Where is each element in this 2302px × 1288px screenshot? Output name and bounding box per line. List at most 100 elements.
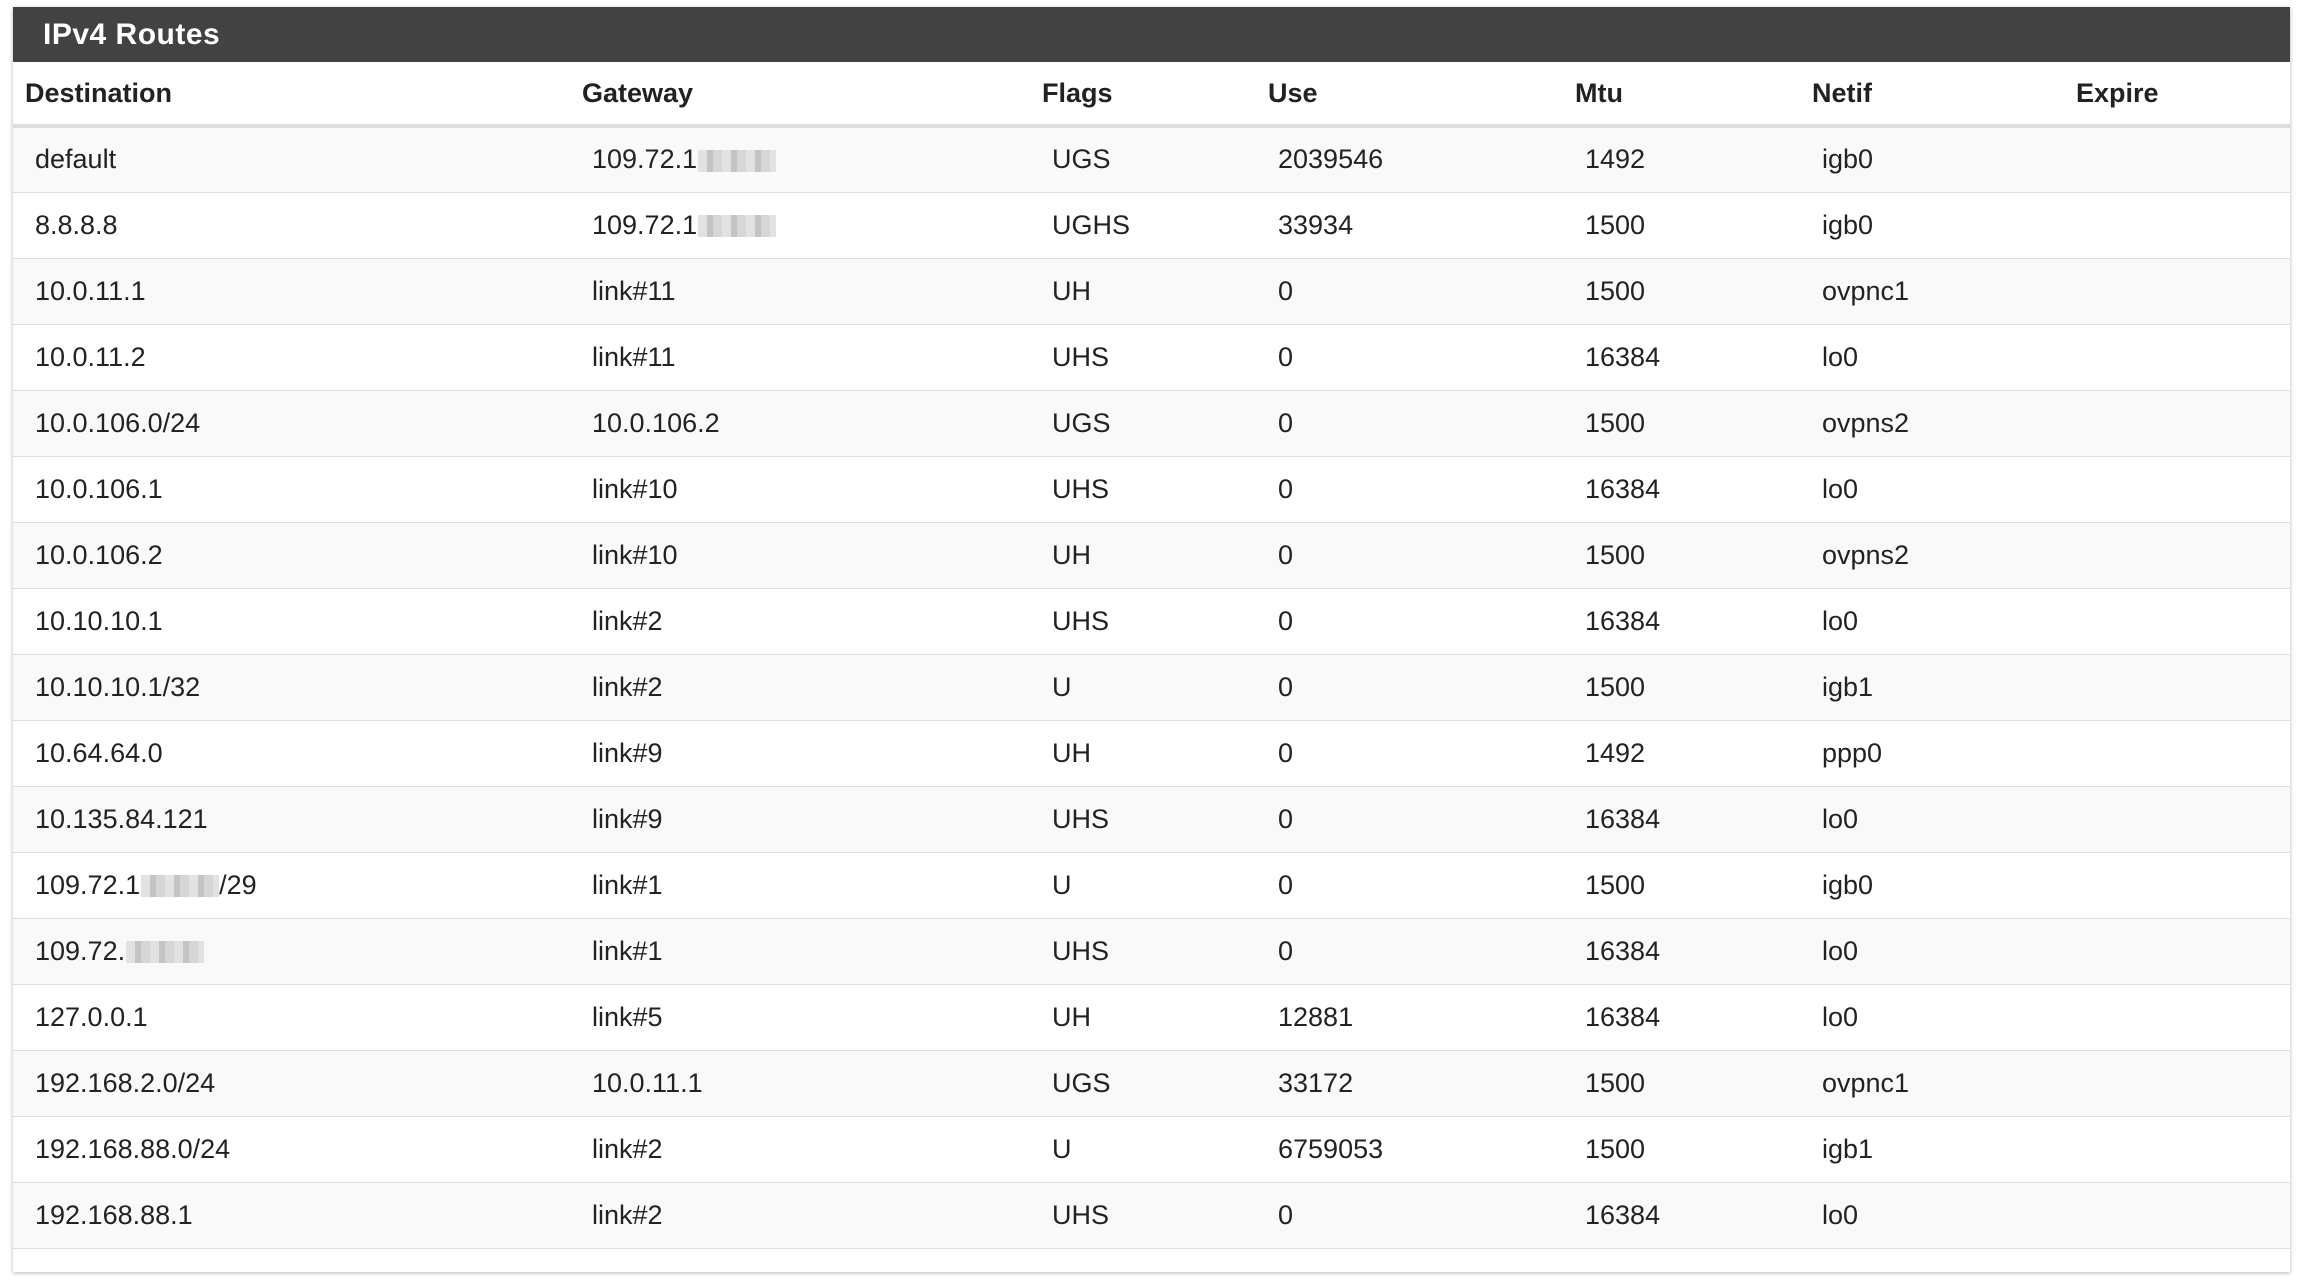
destination-suffix: /29 bbox=[219, 869, 257, 900]
destination-cell: 10.64.64.0 bbox=[13, 720, 570, 787]
gateway-cell: 109.72.1 bbox=[570, 126, 1030, 193]
netif-cell: ovpns2 bbox=[1800, 522, 2064, 589]
destination-text: 127.0.0.1 bbox=[35, 1001, 148, 1032]
gateway-cell: link#11 bbox=[570, 258, 1030, 325]
gateway-text: 109.72.1 bbox=[592, 209, 698, 240]
gateway-cell: link#10 bbox=[570, 456, 1030, 523]
destination-cell: 10.0.106.0/24 bbox=[13, 390, 570, 457]
destination-text: 192.168.88.1 bbox=[35, 1199, 193, 1230]
table-row: 10.10.10.1 link#2 UHS 0 16384 lo0 bbox=[13, 588, 2290, 655]
expire-cell bbox=[2064, 192, 2290, 259]
use-cell: 33934 bbox=[1256, 192, 1563, 259]
table-row: 192.168.88.1 link#2 UHS 0 16384 lo0 bbox=[13, 1182, 2290, 1249]
destination-text: 10.0.11.2 bbox=[35, 341, 146, 372]
destination-text: 10.0.106.1 bbox=[35, 473, 163, 504]
destination-cell: 192.168.88.0/24 bbox=[13, 1116, 570, 1183]
netif-cell: lo0 bbox=[1800, 918, 2064, 985]
flags-cell: U bbox=[1030, 852, 1256, 919]
flags-cell: UHS bbox=[1030, 588, 1256, 655]
routes-table: Destination Gateway Flags Use Mtu Netif … bbox=[13, 62, 2290, 1249]
gateway-cell: link#9 bbox=[570, 720, 1030, 787]
destination-text: 8.8.8.8 bbox=[35, 209, 118, 240]
netif-cell: lo0 bbox=[1800, 456, 2064, 523]
destination-text: 10.135.84.121 bbox=[35, 803, 208, 834]
redacted-mask bbox=[698, 215, 777, 238]
destination-text: 109.72.1 bbox=[35, 869, 141, 900]
netif-cell: igb1 bbox=[1800, 1116, 2064, 1183]
table-row: 10.64.64.0 link#9 UH 0 1492 ppp0 bbox=[13, 720, 2290, 787]
use-cell: 0 bbox=[1256, 456, 1563, 523]
table-row: 8.8.8.8 109.72.1 UGHS 33934 1500 igb0 bbox=[13, 192, 2290, 259]
destination-cell: 10.10.10.1/32 bbox=[13, 654, 570, 721]
table-row: 127.0.0.1 link#5 UH 12881 16384 lo0 bbox=[13, 984, 2290, 1051]
table-header-row: Destination Gateway Flags Use Mtu Netif … bbox=[13, 62, 2290, 128]
mtu-cell: 1492 bbox=[1563, 720, 1800, 787]
mtu-cell: 16384 bbox=[1563, 456, 1800, 523]
gateway-cell: link#1 bbox=[570, 918, 1030, 985]
column-header-mtu[interactable]: Mtu bbox=[1563, 62, 1800, 128]
destination-cell: default bbox=[13, 126, 570, 193]
expire-cell bbox=[2064, 1182, 2290, 1249]
mtu-cell: 1500 bbox=[1563, 1050, 1800, 1117]
redacted-mask bbox=[126, 941, 205, 964]
gateway-cell: link#11 bbox=[570, 324, 1030, 391]
column-header-netif[interactable]: Netif bbox=[1800, 62, 2064, 128]
gateway-cell: link#5 bbox=[570, 984, 1030, 1051]
expire-cell bbox=[2064, 588, 2290, 655]
flags-cell: UH bbox=[1030, 258, 1256, 325]
column-header-destination[interactable]: Destination bbox=[13, 62, 570, 128]
mtu-cell: 1500 bbox=[1563, 852, 1800, 919]
mtu-cell: 16384 bbox=[1563, 786, 1800, 853]
flags-cell: UHS bbox=[1030, 324, 1256, 391]
expire-cell bbox=[2064, 126, 2290, 193]
gateway-text: link#2 bbox=[592, 605, 663, 636]
gateway-text: link#11 bbox=[592, 341, 676, 372]
column-header-gateway[interactable]: Gateway bbox=[570, 62, 1030, 128]
flags-cell: UHS bbox=[1030, 456, 1256, 523]
table-row: 10.0.106.1 link#10 UHS 0 16384 lo0 bbox=[13, 456, 2290, 523]
column-header-flags[interactable]: Flags bbox=[1030, 62, 1256, 128]
destination-cell: 10.10.10.1 bbox=[13, 588, 570, 655]
expire-cell bbox=[2064, 654, 2290, 721]
flags-cell: UHS bbox=[1030, 918, 1256, 985]
redacted-mask bbox=[698, 150, 777, 173]
mtu-cell: 16384 bbox=[1563, 918, 1800, 985]
gateway-text: link#2 bbox=[592, 1199, 663, 1230]
expire-cell bbox=[2064, 720, 2290, 787]
destination-text: 10.0.11.1 bbox=[35, 275, 146, 306]
gateway-text: 10.0.106.2 bbox=[592, 407, 720, 438]
gateway-text: link#1 bbox=[592, 935, 663, 966]
destination-cell: 10.0.11.2 bbox=[13, 324, 570, 391]
destination-cell: 10.0.11.1 bbox=[13, 258, 570, 325]
gateway-cell: link#2 bbox=[570, 588, 1030, 655]
flags-cell: UH bbox=[1030, 984, 1256, 1051]
gateway-text: link#2 bbox=[592, 671, 663, 702]
mtu-cell: 1500 bbox=[1563, 390, 1800, 457]
use-cell: 0 bbox=[1256, 258, 1563, 325]
destination-text: default bbox=[35, 144, 117, 175]
netif-cell: igb0 bbox=[1800, 192, 2064, 259]
table-row: 10.0.106.2 link#10 UH 0 1500 ovpns2 bbox=[13, 522, 2290, 589]
destination-cell: 10.135.84.121 bbox=[13, 786, 570, 853]
destination-cell: 10.0.106.2 bbox=[13, 522, 570, 589]
gateway-text: link#10 bbox=[592, 539, 678, 570]
use-cell: 0 bbox=[1256, 918, 1563, 985]
gateway-cell: link#9 bbox=[570, 786, 1030, 853]
gateway-cell: link#2 bbox=[570, 1116, 1030, 1183]
netif-cell: igb0 bbox=[1800, 126, 2064, 193]
gateway-text: link#5 bbox=[592, 1001, 663, 1032]
flags-cell: U bbox=[1030, 654, 1256, 721]
gateway-text: 10.0.11.1 bbox=[592, 1067, 703, 1098]
expire-cell bbox=[2064, 918, 2290, 985]
column-header-expire[interactable]: Expire bbox=[2064, 62, 2290, 128]
table-row: default 109.72.1 UGS 2039546 1492 igb0 bbox=[13, 126, 2290, 193]
expire-cell bbox=[2064, 786, 2290, 853]
destination-text: 10.10.10.1 bbox=[35, 605, 163, 636]
expire-cell bbox=[2064, 456, 2290, 523]
flags-cell: UGS bbox=[1030, 1050, 1256, 1117]
gateway-cell: 10.0.106.2 bbox=[570, 390, 1030, 457]
gateway-text: 109.72.1 bbox=[592, 144, 698, 175]
use-cell: 0 bbox=[1256, 1182, 1563, 1249]
column-header-use[interactable]: Use bbox=[1256, 62, 1563, 128]
routes-table-body: default 109.72.1 UGS 2039546 1492 igb0 8.8.8.8… bbox=[13, 126, 2290, 1249]
